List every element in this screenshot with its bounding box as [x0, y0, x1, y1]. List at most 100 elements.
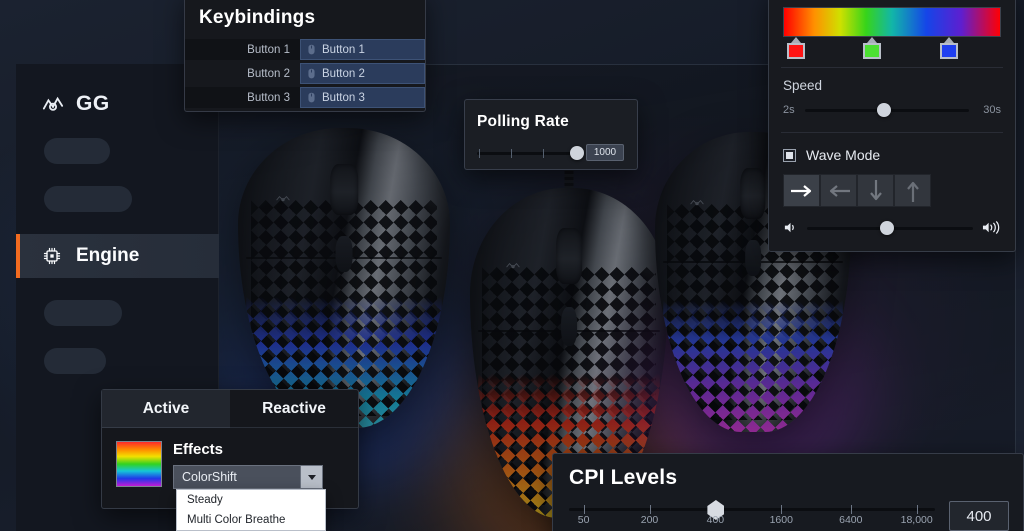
keybinding-label: Button 1 [247, 43, 290, 56]
direction-up-button[interactable] [894, 174, 931, 207]
color-stop-green[interactable] [862, 37, 882, 59]
slider-thumb[interactable] [570, 145, 584, 160]
slider-track [569, 508, 935, 511]
cpi-slider[interactable]: 50 200 400 1600 6400 18,000 [569, 500, 935, 528]
direction-right-button[interactable] [783, 174, 820, 207]
keybinding-value-button-3[interactable]: Button 3 [300, 87, 425, 108]
sidebar-item-placeholder-2[interactable] [44, 186, 132, 212]
color-swatch[interactable] [787, 43, 806, 59]
slider-tick [916, 505, 918, 514]
polling-rate-title: Polling Rate [477, 113, 569, 130]
cpi-tick-label: 200 [640, 514, 659, 526]
arrow-right-icon [790, 184, 811, 197]
wave-direction-group [783, 174, 1015, 207]
slider-thumb[interactable] [879, 220, 894, 235]
effects-label: Effects [173, 441, 224, 458]
sidebar-item-placeholder-3[interactable] [44, 300, 122, 326]
speed-label: Speed [783, 78, 823, 93]
speed-min-label: 2s [783, 104, 795, 116]
effects-selector: Effects ColorShift [173, 441, 358, 489]
mouse-icon [308, 68, 315, 79]
effects-tabs: Active Reactive [102, 390, 358, 428]
dropdown-option-multi-color-breathe[interactable]: Multi Color Breathe [177, 510, 325, 530]
divider [781, 67, 1003, 68]
slider-tick [479, 148, 480, 158]
wave-mode-checkbox[interactable] [783, 148, 796, 162]
sidebar-item-placeholder-4[interactable] [44, 348, 106, 374]
divider [781, 132, 1003, 133]
keybindings-rows: Button 1 Button 1 Button 2 Button 2 Butt… [185, 39, 425, 108]
volume-low-icon [784, 222, 794, 233]
keybinding-value-text: Button 2 [322, 67, 365, 80]
keybinding-row: Button 2 Button 2 [185, 63, 425, 84]
direction-down-button[interactable] [857, 174, 894, 207]
polling-rate-control: 1000 [477, 144, 637, 161]
sidebar-item-engine[interactable]: Engine [16, 234, 219, 278]
keybinding-value-button-2[interactable]: Button 2 [300, 63, 425, 84]
keybinding-value-text: Button 1 [322, 43, 365, 56]
keybinding-value-text: Button 3 [322, 91, 365, 104]
effects-select-value: ColorShift [182, 470, 237, 484]
slider-tick [781, 505, 783, 514]
volume-high-icon [982, 220, 1000, 235]
speed-max-label: 30s [983, 104, 1001, 116]
brightness-control [783, 219, 1001, 236]
brightness-slider[interactable] [807, 220, 973, 236]
effects-select[interactable]: ColorShift [173, 465, 323, 489]
wave-mode-label: Wave Mode [806, 147, 881, 163]
color-swatch[interactable] [939, 43, 958, 59]
dropdown-option-steady[interactable]: Steady [177, 490, 325, 510]
brand-label: GG [76, 92, 110, 115]
rainbow-swatch-icon[interactable] [116, 441, 162, 487]
effects-body: Effects ColorShift [102, 428, 358, 489]
polling-rate-slider[interactable] [477, 145, 584, 161]
mouse-icon [308, 44, 315, 55]
color-gradient-bar[interactable] [783, 7, 1001, 37]
sidebar-item-engine-label: Engine [76, 245, 140, 266]
cpi-tick-label: 1600 [769, 514, 793, 526]
cpi-tick-label: 400 [706, 514, 725, 526]
keybinding-row: Button 1 Button 1 [185, 39, 425, 60]
slider-tick [543, 148, 544, 158]
color-stop-red[interactable] [786, 37, 806, 59]
cpi-levels-title: CPI Levels [569, 466, 678, 489]
chip-icon [43, 247, 61, 265]
speed-control: 2s 30s [783, 102, 1001, 118]
keybinding-label: Button 3 [247, 91, 290, 104]
cpi-value-input[interactable]: 400 [949, 501, 1009, 531]
checkbox-mark-icon [786, 151, 793, 159]
arrow-down-icon [869, 179, 882, 200]
tab-active[interactable]: Active [102, 390, 230, 428]
slider-track [477, 151, 577, 155]
tab-reactive[interactable]: Reactive [230, 390, 358, 428]
arrow-left-icon [829, 184, 850, 197]
color-stops [783, 37, 1001, 61]
color-stop-blue[interactable] [939, 37, 959, 59]
chevron-down-icon[interactable] [300, 466, 322, 488]
slider-thumb[interactable] [876, 103, 891, 117]
chevron-glyph [307, 474, 316, 480]
slider-tick [649, 505, 651, 514]
effects-dropdown-menu[interactable]: Steady Multi Color Breathe [176, 489, 326, 531]
illumination-panel: Speed 2s 30s Wave Mode [768, 0, 1016, 252]
slider-tick [850, 505, 852, 514]
direction-left-button[interactable] [820, 174, 857, 207]
steelseries-logo-icon [42, 96, 64, 111]
color-gradient-editor[interactable] [783, 7, 1001, 61]
cpi-levels-panel: CPI Levels 50 200 400 1600 6400 18,000 4… [552, 453, 1024, 531]
cpi-control: 50 200 400 1600 6400 18,000 400 [569, 500, 1009, 531]
polling-rate-value[interactable]: 1000 [586, 144, 624, 161]
sidebar-item-placeholder-1[interactable] [44, 138, 110, 164]
mouse-icon [308, 92, 315, 103]
wave-mode-row[interactable]: Wave Mode [783, 147, 1015, 163]
slider-tick [511, 148, 512, 158]
cpi-tick-label: 50 [577, 514, 590, 526]
polling-rate-panel: Polling Rate 1000 [464, 99, 638, 170]
cpi-tick-labels: 50 200 400 1600 6400 18,000 [569, 514, 935, 528]
arrow-up-icon [906, 181, 919, 202]
keybinding-row: Button 3 Button 3 [185, 87, 425, 108]
color-swatch[interactable] [863, 43, 882, 59]
speed-slider[interactable] [805, 102, 969, 118]
keybinding-label: Button 2 [247, 67, 290, 80]
keybinding-value-button-1[interactable]: Button 1 [300, 39, 425, 60]
